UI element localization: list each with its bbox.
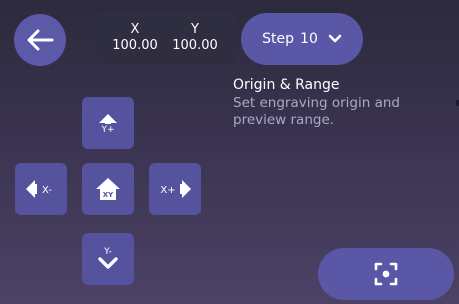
jog-y-minus-button[interactable]: Y- xyxy=(82,233,134,285)
arrow-down-icon: Y- xyxy=(98,247,118,269)
step-value: 10 xyxy=(300,31,318,47)
step-dropdown[interactable]: Step 10 xyxy=(241,13,363,65)
info-description: Set engraving origin and preview range. xyxy=(233,95,400,128)
jog-y-plus-button[interactable]: Y+ xyxy=(82,97,134,149)
home-icon: XY xyxy=(96,178,120,200)
jog-x-plus-button[interactable]: X+ xyxy=(149,163,201,215)
arrow-right-jog-icon: X+ xyxy=(160,180,191,198)
y-label: Y xyxy=(191,22,199,37)
step-label: Step xyxy=(262,31,295,47)
back-button[interactable] xyxy=(14,14,66,66)
jog-x-minus-button[interactable]: X- xyxy=(15,163,67,215)
arrow-up-icon: Y+ xyxy=(99,114,117,135)
home-button[interactable]: XY xyxy=(82,163,134,215)
x-coordinate: X 100.00 xyxy=(112,22,158,54)
home-label: XY xyxy=(103,191,114,199)
x-value: 100.00 xyxy=(112,38,158,53)
jog-y-plus-label: Y+ xyxy=(100,125,114,135)
focus-button[interactable] xyxy=(318,248,454,300)
chevron-down-icon xyxy=(328,34,342,44)
y-coordinate: Y 100.00 xyxy=(172,22,218,54)
coordinate-readout: X 100.00 Y 100.00 xyxy=(97,12,235,64)
jog-y-minus-label: Y- xyxy=(103,247,112,257)
jog-x-plus-label: X+ xyxy=(160,185,175,196)
arrow-left-jog-icon: X- xyxy=(26,180,52,198)
x-label: X xyxy=(130,22,140,37)
info-title: Origin & Range xyxy=(233,77,340,93)
y-value: 100.00 xyxy=(172,38,218,53)
jog-x-minus-label: X- xyxy=(42,185,52,196)
arrow-left-icon xyxy=(27,29,54,51)
focus-target-icon xyxy=(374,262,398,286)
